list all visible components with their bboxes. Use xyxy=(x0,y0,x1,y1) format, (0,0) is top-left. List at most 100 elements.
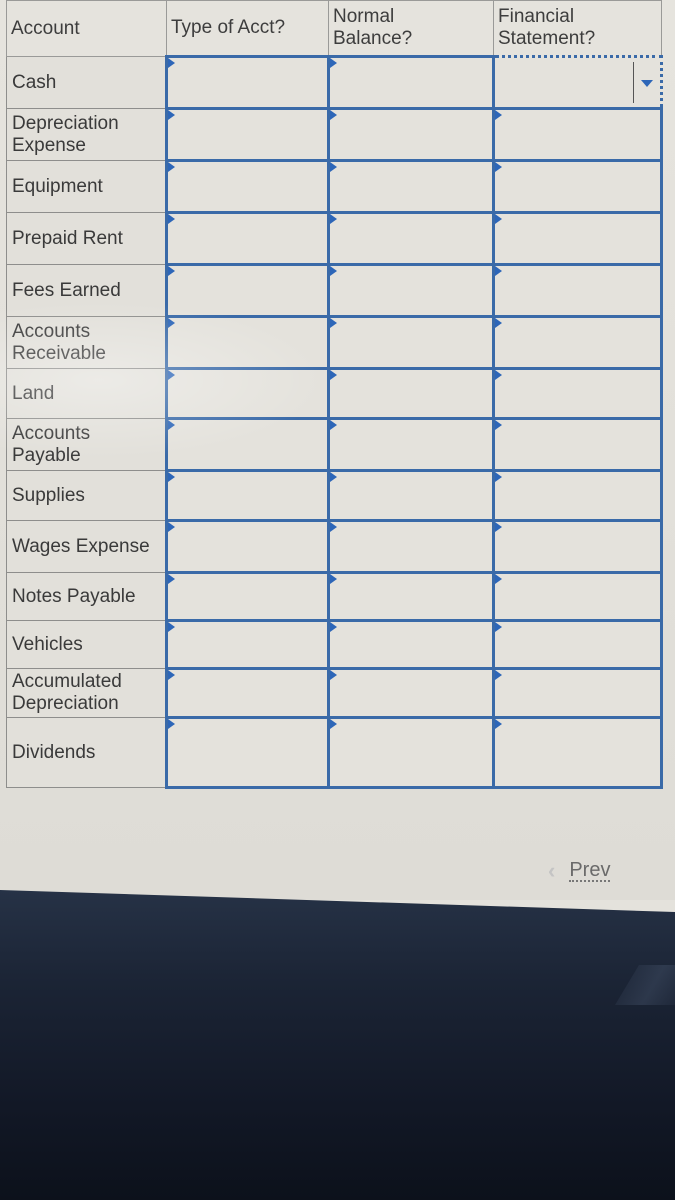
financial-statement-dropdown[interactable] xyxy=(492,469,663,522)
cell-marker-icon xyxy=(495,522,502,532)
type-of-account-dropdown[interactable] xyxy=(165,55,330,110)
normal-balance-dropdown[interactable] xyxy=(327,159,495,214)
cell-marker-icon xyxy=(495,110,502,120)
dropdown-separator xyxy=(633,62,634,103)
cell-marker-icon xyxy=(330,318,337,328)
prev-button[interactable]: ‹ Prev xyxy=(548,858,611,884)
financial-statement-dropdown[interactable] xyxy=(492,55,663,110)
type-of-account-dropdown[interactable] xyxy=(165,716,330,789)
type-of-account-dropdown[interactable] xyxy=(165,159,330,214)
cell-marker-icon xyxy=(495,214,502,224)
financial-statement-dropdown[interactable] xyxy=(492,619,663,670)
cell-marker-icon xyxy=(168,318,175,328)
account-name: Accumulated Depreciation xyxy=(6,668,167,718)
financial-statement-dropdown[interactable] xyxy=(492,263,663,318)
header-normal-balance-line2: Balance? xyxy=(333,28,413,49)
type-of-account-dropdown[interactable] xyxy=(165,519,330,574)
cell-marker-icon xyxy=(168,420,175,430)
cell-marker-icon xyxy=(168,370,175,380)
cell-marker-icon xyxy=(330,622,337,632)
financial-statement-dropdown[interactable] xyxy=(492,107,663,162)
type-of-account-dropdown[interactable] xyxy=(165,315,330,370)
normal-balance-dropdown[interactable] xyxy=(327,469,495,522)
financial-statement-dropdown[interactable] xyxy=(492,519,663,574)
table-row: Depreciation Expense xyxy=(6,107,663,162)
cell-marker-icon xyxy=(330,266,337,276)
type-of-account-dropdown[interactable] xyxy=(165,263,330,318)
table-row: Fees Earned xyxy=(6,263,663,318)
cell-marker-icon xyxy=(495,574,502,584)
account-name: Prepaid Rent xyxy=(6,212,167,265)
cell-marker-icon xyxy=(330,719,337,729)
cell-marker-icon xyxy=(330,58,337,68)
account-name: Accounts Receivable xyxy=(6,316,167,369)
account-name: Notes Payable xyxy=(6,572,167,621)
cell-marker-icon xyxy=(495,370,502,380)
type-of-account-dropdown[interactable] xyxy=(165,367,330,420)
account-name: Depreciation Expense xyxy=(6,108,167,161)
table-row: Accounts Payable xyxy=(6,417,663,472)
cell-marker-icon xyxy=(495,719,502,729)
type-of-account-dropdown[interactable] xyxy=(165,469,330,522)
type-of-account-dropdown[interactable] xyxy=(165,107,330,162)
cell-marker-icon xyxy=(168,214,175,224)
table-row: Dividends xyxy=(6,716,663,789)
cell-marker-icon xyxy=(495,162,502,172)
cell-marker-icon xyxy=(168,110,175,120)
header-financial-statement-line2: Statement? xyxy=(498,28,596,49)
type-of-account-dropdown[interactable] xyxy=(165,667,330,719)
cell-marker-icon xyxy=(168,162,175,172)
account-name: Supplies xyxy=(6,470,167,521)
table-row: Land xyxy=(6,367,663,420)
financial-statement-dropdown[interactable] xyxy=(492,315,663,370)
cell-marker-icon xyxy=(330,574,337,584)
normal-balance-dropdown[interactable] xyxy=(327,367,495,420)
financial-statement-dropdown[interactable] xyxy=(492,211,663,266)
table-row: Accumulated Depreciation xyxy=(6,667,663,719)
cell-marker-icon xyxy=(495,670,502,680)
financial-statement-dropdown[interactable] xyxy=(492,667,663,719)
account-name: Land xyxy=(6,368,167,419)
header-type-label: Type of Acct? xyxy=(171,17,286,38)
financial-statement-dropdown[interactable] xyxy=(492,571,663,622)
cell-marker-icon xyxy=(168,719,175,729)
normal-balance-dropdown[interactable] xyxy=(327,263,495,318)
financial-statement-dropdown[interactable] xyxy=(492,159,663,214)
table-row: Accounts Receivable xyxy=(6,315,663,370)
normal-balance-dropdown[interactable] xyxy=(327,315,495,370)
normal-balance-dropdown[interactable] xyxy=(327,619,495,670)
account-name: Equipment xyxy=(6,160,167,213)
normal-balance-dropdown[interactable] xyxy=(327,667,495,719)
type-of-account-dropdown[interactable] xyxy=(165,619,330,670)
dropdown-arrow-icon[interactable] xyxy=(641,79,653,87)
financial-statement-dropdown[interactable] xyxy=(492,367,663,420)
cell-marker-icon xyxy=(168,670,175,680)
cell-marker-icon xyxy=(168,622,175,632)
cell-marker-icon xyxy=(330,162,337,172)
table-row: Supplies xyxy=(6,469,663,522)
table-row: Wages Expense xyxy=(6,519,663,574)
screen: Account Type of Acct? Normal Balance? Fi… xyxy=(0,0,675,900)
cell-marker-icon xyxy=(330,370,337,380)
cell-marker-icon xyxy=(330,214,337,224)
account-name: Cash xyxy=(6,56,167,109)
cell-marker-icon xyxy=(495,420,502,430)
normal-balance-dropdown[interactable] xyxy=(327,107,495,162)
normal-balance-dropdown[interactable] xyxy=(327,716,495,789)
normal-balance-dropdown[interactable] xyxy=(327,55,495,110)
account-name: Vehicles xyxy=(6,620,167,669)
type-of-account-dropdown[interactable] xyxy=(165,571,330,622)
type-of-account-dropdown[interactable] xyxy=(165,211,330,266)
normal-balance-dropdown[interactable] xyxy=(327,519,495,574)
normal-balance-dropdown[interactable] xyxy=(327,571,495,622)
prev-label: Prev xyxy=(569,859,611,882)
financial-statement-dropdown[interactable] xyxy=(492,716,663,789)
cell-marker-icon xyxy=(495,266,502,276)
account-classification-table: Account Type of Acct? Normal Balance? Fi… xyxy=(6,0,663,789)
cell-marker-icon xyxy=(168,574,175,584)
normal-balance-dropdown[interactable] xyxy=(327,211,495,266)
normal-balance-dropdown[interactable] xyxy=(327,417,495,472)
type-of-account-dropdown[interactable] xyxy=(165,417,330,472)
financial-statement-dropdown[interactable] xyxy=(492,417,663,472)
cell-marker-icon xyxy=(495,318,502,328)
